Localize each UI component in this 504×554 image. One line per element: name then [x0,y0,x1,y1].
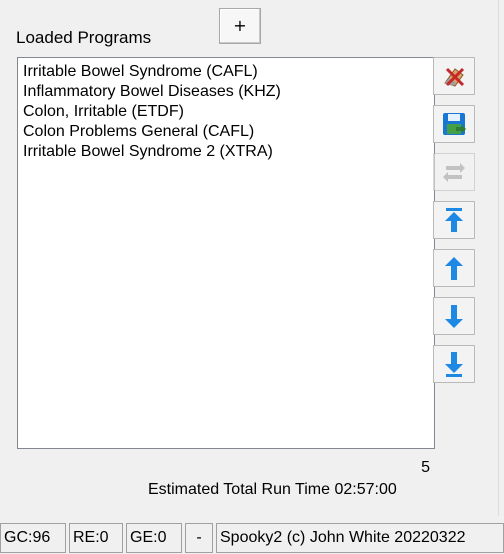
status-bar: GC:96 RE:0 GE:0 - Spooky2 (c) John White… [0,520,504,554]
clear-programs-button[interactable] [433,57,475,95]
list-item[interactable]: Colon, Irritable (ETDF) [23,102,429,122]
status-gc: GC:96 [0,523,66,553]
move-to-top-button[interactable] [433,201,475,239]
status-dash: - [185,523,213,553]
list-item[interactable]: Irritable Bowel Syndrome 2 (XTRA) [23,142,429,162]
move-to-top-icon [439,205,469,235]
swap-arrows-icon [439,157,469,187]
add-program-button[interactable]: + [219,8,261,44]
move-to-bottom-button[interactable] [433,345,475,383]
status-re: RE:0 [69,523,123,553]
loaded-programs-label: Loaded Programs [16,28,152,47]
estimated-runtime: Estimated Total Run Time 02:57:00 [148,481,397,498]
list-item[interactable]: Inflammatory Bowel Diseases (KHZ) [23,82,429,102]
save-programs-button[interactable] [433,105,475,143]
move-up-button[interactable] [433,249,475,287]
program-panel: Loaded Programs + Irritable Bowel Syndro… [0,0,499,516]
save-disk-icon [439,109,469,139]
list-item[interactable]: Irritable Bowel Syndrome (CAFL) [23,62,429,82]
list-item[interactable]: Colon Problems General (CAFL) [23,122,429,142]
move-down-button[interactable] [433,297,475,335]
eraser-clear-icon [439,61,469,91]
status-ge: GE:0 [126,523,182,553]
move-up-icon [439,253,469,283]
move-to-bottom-icon [439,349,469,379]
move-down-icon [439,301,469,331]
swap-programs-button[interactable] [433,153,475,191]
program-count: 5 [421,459,430,476]
status-copyright: Spooky2 (c) John White 20220322 [216,523,504,553]
program-list[interactable]: Irritable Bowel Syndrome (CAFL) Inflamma… [17,57,435,449]
